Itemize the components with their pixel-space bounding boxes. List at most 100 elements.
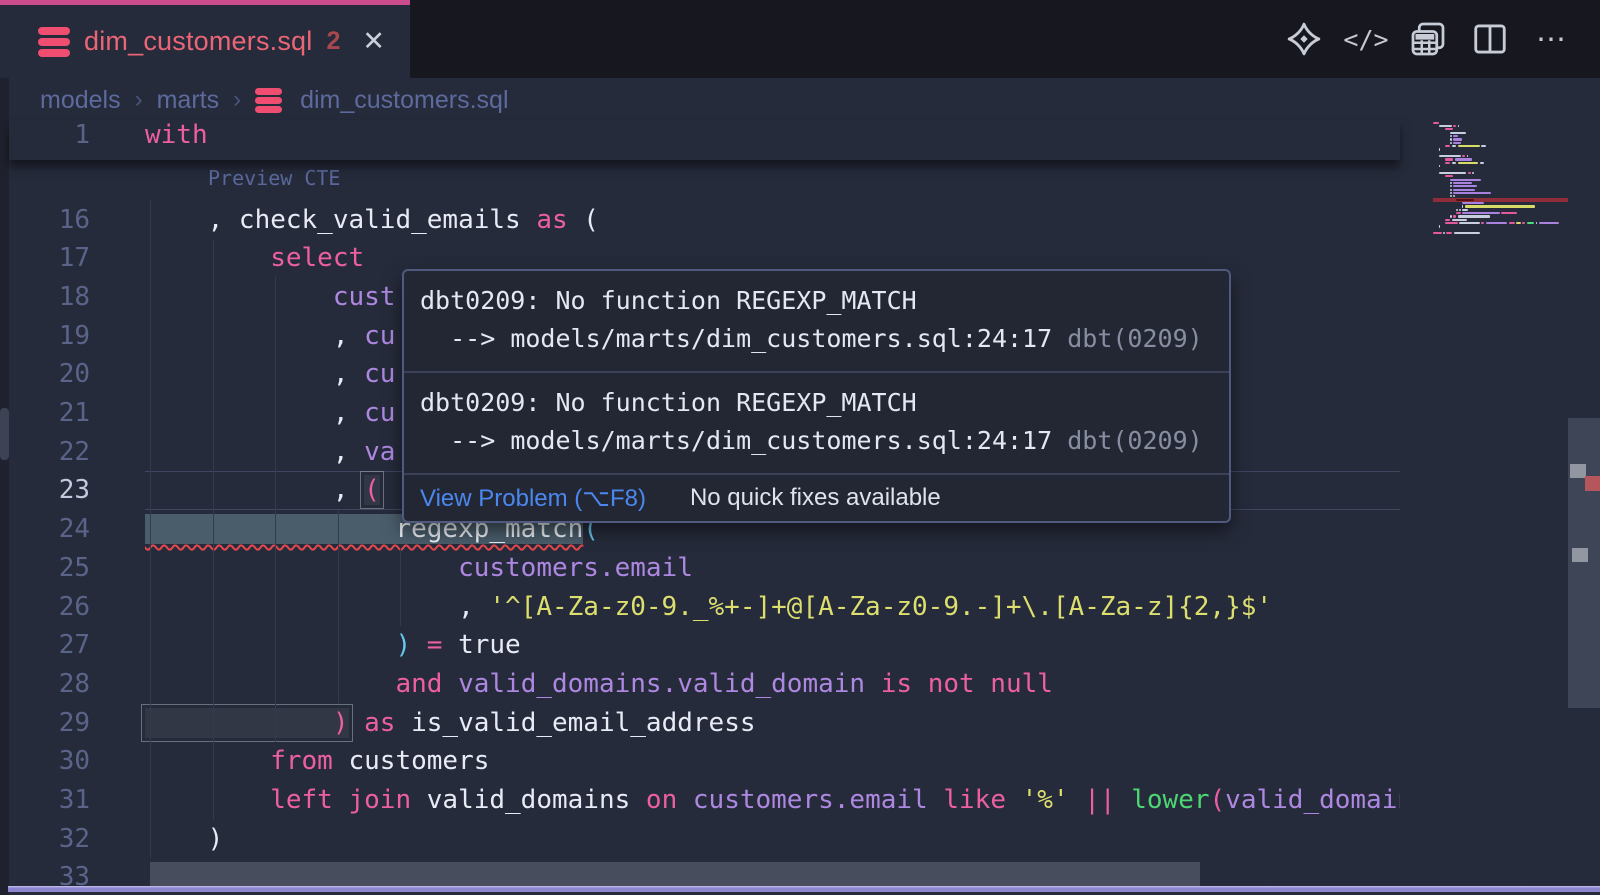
- minimap[interactable]: [1433, 121, 1568, 241]
- breadcrumb-marts[interactable]: marts: [157, 86, 220, 115]
- minimap-code-line: [1481, 222, 1484, 224]
- minimap-code-line: [1433, 232, 1442, 234]
- indent-guide: [338, 587, 339, 626]
- indent-guide: [150, 471, 151, 510]
- indent-guide: [213, 664, 214, 703]
- query-results-icon[interactable]: [1408, 19, 1448, 59]
- problem-hover-tooltip: dbt0209: No function REGEXP_MATCH --> mo…: [402, 269, 1231, 523]
- indent-guide: [150, 742, 151, 781]
- indent-guide: [275, 277, 276, 316]
- minimap-code-line: [1456, 209, 1457, 211]
- indent-guide: [400, 548, 401, 587]
- problem-code: dbt(0209): [1052, 324, 1203, 353]
- line-number: 1: [9, 120, 90, 160]
- database-icon: [38, 27, 70, 57]
- minimap-code-line: [1454, 232, 1480, 234]
- code-text: , '^[A-Za-z0-9._%+-]+@[A-Za-z0-9.-]+\.[A…: [145, 592, 1272, 622]
- problem-message: dbt0209: No function REGEXP_MATCH --> mo…: [404, 271, 1229, 373]
- line-number: 26: [9, 592, 90, 622]
- dbt-logo-icon[interactable]: [1284, 19, 1324, 59]
- minimap-code-line: [1452, 219, 1467, 221]
- indent-guide: [213, 781, 214, 820]
- minimap-code-line: [1467, 155, 1468, 157]
- minimap-code-line: [1462, 205, 1463, 207]
- minimap-code-line: [1445, 219, 1451, 221]
- minimap-code-line: [1453, 142, 1460, 144]
- line-number: 16: [9, 205, 90, 235]
- code-text: from customers: [145, 746, 489, 776]
- line-number: 19: [9, 321, 90, 351]
- minimap-code-line: [1462, 155, 1465, 157]
- close-icon[interactable]: ✕: [362, 28, 385, 55]
- code-text: select: [145, 243, 364, 273]
- breadcrumb-file[interactable]: dim_customers.sql: [300, 86, 508, 115]
- code-line-32[interactable]: 32 ): [9, 819, 1400, 858]
- indent-guide: [150, 394, 151, 433]
- indent-guide: [150, 664, 151, 703]
- minimap-code-line: [1439, 165, 1440, 167]
- minimap-code-line: [1458, 215, 1490, 217]
- code-text: cust: [145, 282, 395, 312]
- minimap-code-line: [1527, 222, 1534, 224]
- indent-guide: [150, 355, 151, 394]
- indent-guide: [213, 239, 214, 278]
- code-text: , check_valid_emails as (: [145, 205, 599, 235]
- indent-guide: [213, 355, 214, 394]
- minimap-code-line: [1501, 212, 1517, 214]
- breadcrumb-models[interactable]: models: [40, 86, 121, 115]
- vertical-scrollbar-thumb[interactable]: [1568, 418, 1600, 708]
- minimap-code-line: [1439, 172, 1467, 174]
- indent-guide: [338, 548, 339, 587]
- indent-guide: [275, 510, 276, 549]
- indent-guide: [338, 626, 339, 665]
- indent-guide: [275, 316, 276, 355]
- code-line-26[interactable]: 26 , '^[A-Za-z0-9._%+-]+@[A-Za-z0-9.-]+\…: [9, 587, 1400, 626]
- indent-guide: [213, 510, 214, 549]
- tab-bar: dim_customers.sql 2 ✕ </>: [0, 0, 1600, 78]
- indent-guide: [213, 742, 214, 781]
- line-number: 20: [9, 359, 90, 389]
- code-line-27[interactable]: 27 ) = true: [9, 626, 1400, 665]
- code-line-29[interactable]: 29 ) as is_valid_email_address: [9, 703, 1400, 742]
- sticky-scroll-line[interactable]: 1 with: [9, 120, 1400, 160]
- minimap-code-line: [1459, 222, 1479, 224]
- line-number: 31: [9, 785, 90, 815]
- codelens-preview-cte[interactable]: Preview CTE: [208, 166, 340, 190]
- minimap-code-line: [1453, 135, 1457, 137]
- quick-fix-hint: No quick fixes available: [690, 484, 941, 512]
- minimap-code-line: [1516, 222, 1520, 224]
- indent-guide: [150, 781, 151, 820]
- minimap-code-line: [1458, 145, 1480, 147]
- view-problem-link[interactable]: View Problem (⌥F8): [420, 484, 646, 513]
- minimap-code-line: [1453, 215, 1456, 217]
- code-line-16[interactable]: 16 , check_valid_emails as (: [9, 200, 1400, 239]
- hover-status-bar: View Problem (⌥F8) No quick fixes availa…: [404, 475, 1229, 521]
- code-text: , va: [145, 437, 395, 467]
- more-actions-icon[interactable]: ⋯: [1532, 19, 1572, 59]
- line-number: 27: [9, 630, 90, 660]
- code-text: ) as is_valid_email_address: [145, 708, 756, 738]
- line-number: 18: [9, 282, 90, 312]
- indent-guide: [150, 510, 151, 549]
- panel-scroll-handle[interactable]: [0, 408, 9, 460]
- code-line-31[interactable]: 31 left join valid_domains on customers.…: [9, 781, 1400, 820]
- indent-guide: [275, 471, 276, 510]
- code-line-30[interactable]: 30 from customers: [9, 742, 1400, 781]
- breadcrumb: models › marts › dim_customers.sql: [40, 78, 509, 122]
- tab-problem-badge: 2: [326, 27, 340, 56]
- tab-dim-customers[interactable]: dim_customers.sql 2 ✕: [0, 0, 410, 78]
- line-number: 23: [9, 475, 90, 505]
- minimap-code-line: [1439, 155, 1461, 157]
- code-line-25[interactable]: 25 customers.email: [9, 548, 1400, 587]
- line-number: 21: [9, 398, 90, 428]
- minimap-code-line: [1452, 162, 1456, 164]
- code-preview-icon[interactable]: </>: [1346, 19, 1386, 59]
- indent-guide: [275, 587, 276, 626]
- indent-guide: [275, 394, 276, 433]
- minimap-code-line: [1459, 209, 1460, 211]
- code-line-28[interactable]: 28 and valid_domains.valid_domain is not…: [9, 664, 1400, 703]
- split-editor-icon[interactable]: [1470, 19, 1510, 59]
- indent-guide: [150, 316, 151, 355]
- minimap-code-line: [1456, 199, 1473, 201]
- minimap-code-line: [1480, 162, 1484, 164]
